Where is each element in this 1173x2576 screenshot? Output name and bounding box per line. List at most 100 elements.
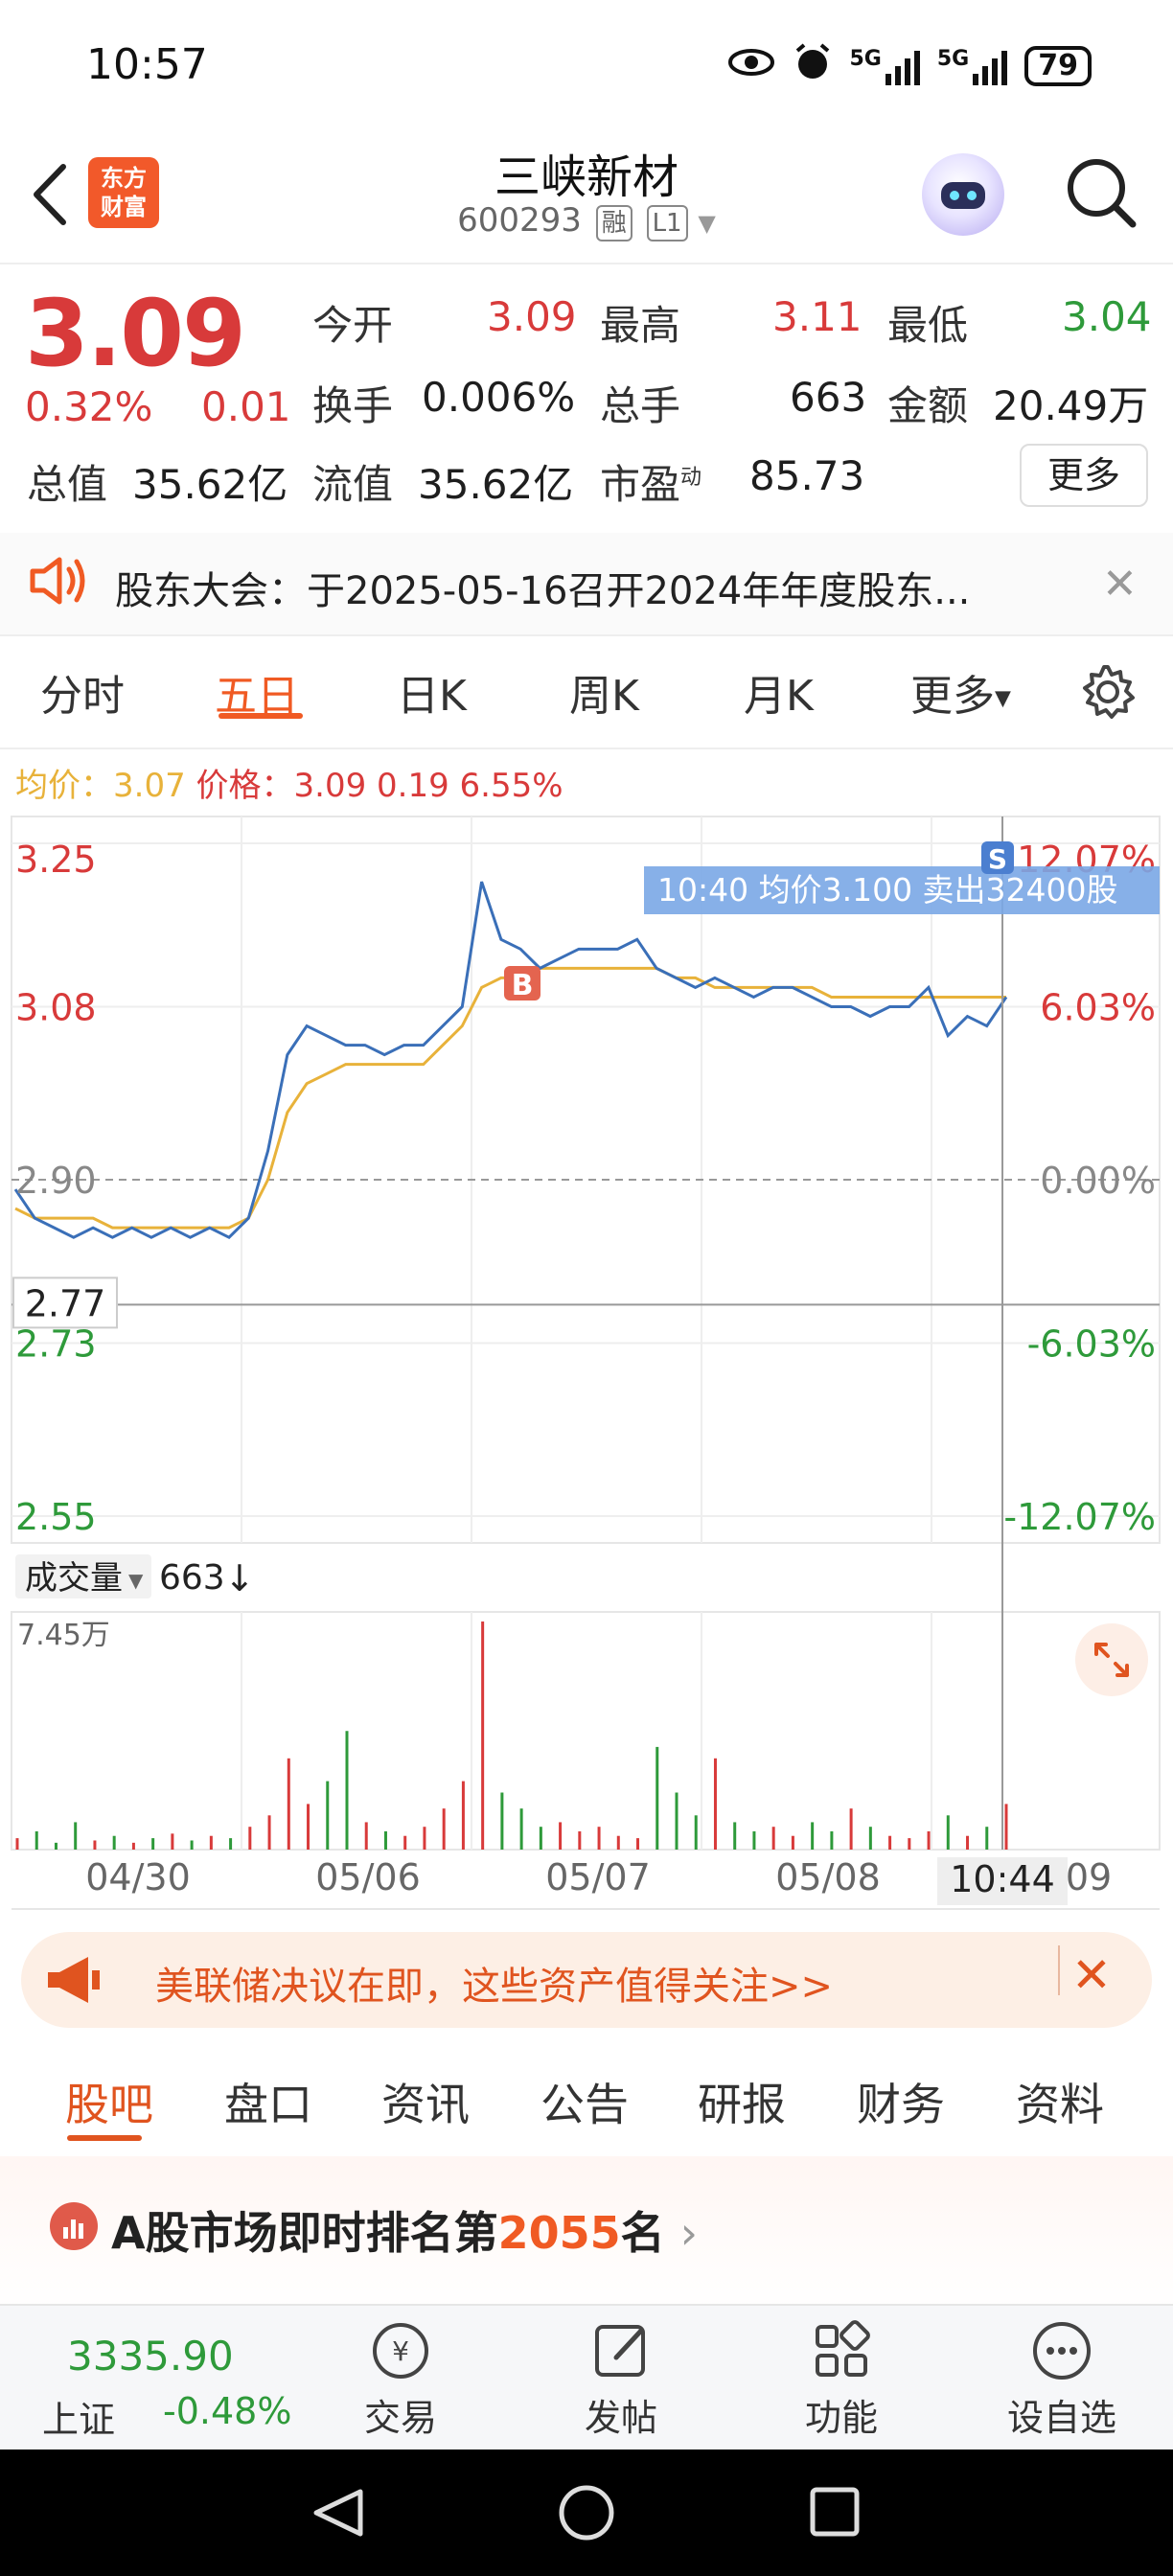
avg-value: 3.07 (113, 767, 186, 805)
index-change[interactable]: -0.48% (163, 2390, 291, 2432)
banner-close-icon[interactable]: ✕ (1071, 1947, 1112, 2003)
tab-more[interactable]: 更多▼ (910, 661, 1011, 723)
pe-sup: 动 (680, 466, 702, 490)
volume-bar (559, 1822, 563, 1850)
volume-bar (326, 1781, 330, 1850)
speaker-icon (27, 554, 88, 611)
rank-chart-icon (50, 2202, 98, 2250)
volume-bar (190, 1840, 194, 1850)
tab-research[interactable]: 研报 (698, 2070, 786, 2133)
banner-text[interactable]: 美联储决议在即，这些资产值得关注>> (155, 1955, 833, 2011)
status-icons: 5G 5G 79 (727, 42, 1092, 90)
volume-bar (112, 1835, 116, 1850)
volume-bar (442, 1808, 446, 1850)
volume-bar (481, 1622, 485, 1850)
nav-functions[interactable]: 功能 (774, 2310, 908, 2444)
high-label: 最高 (600, 302, 681, 349)
avg-label: 均价： (15, 767, 113, 805)
system-nav-bar (0, 2450, 1173, 2576)
tab-announcements[interactable]: 公告 (540, 2070, 629, 2133)
tab-profile[interactable]: 资料 (1016, 2070, 1104, 2133)
volume-bar (500, 1792, 504, 1850)
robot-assistant-icon[interactable] (922, 153, 1004, 236)
rank-text[interactable]: A股市场即时排名第2055名 › (111, 2198, 698, 2262)
volume-bar (713, 1758, 717, 1850)
volume-frame (11, 1611, 1161, 1851)
nav-trade[interactable]: ¥ 交易 (334, 2310, 468, 2444)
pe-label: 市盈动 (600, 452, 702, 511)
eye-icon (727, 47, 775, 85)
volume-value: 663 (159, 1558, 225, 1598)
tab-order-book[interactable]: 盘口 (224, 2070, 312, 2133)
trade-icon: ¥ (373, 2323, 428, 2379)
nav-add-watchlist[interactable]: 设自选 (995, 2310, 1129, 2444)
system-recents-icon[interactable] (810, 2487, 860, 2537)
rank-number: 2055 (497, 2207, 621, 2259)
price-line (13, 881, 1008, 1239)
volume-bar (54, 1842, 58, 1850)
open-label: 今开 (312, 302, 394, 349)
volume-bar (694, 1815, 698, 1850)
volume-bar (131, 1842, 135, 1850)
volume-bar (267, 1815, 271, 1850)
tab-news[interactable]: 资讯 (381, 2070, 470, 2133)
notice-divider (0, 634, 1173, 636)
turnover-value: 0.006% (422, 374, 576, 421)
volume-label: 成交量 (25, 1559, 123, 1598)
volume-bar (830, 1830, 834, 1850)
notice-text[interactable]: 股东大会：于2025-05-16召开2024年年度股东... (115, 560, 970, 615)
nav-add-watchlist-label: 设自选 (1006, 2397, 1116, 2439)
index-name[interactable]: 上证 (42, 2390, 115, 2443)
settings-gear-icon[interactable] (1079, 663, 1137, 724)
volume-bar (597, 1827, 601, 1850)
volume-value: 663 (790, 374, 867, 421)
tab-intraday[interactable]: 分时 (40, 661, 125, 723)
tab-monthly-k[interactable]: 月K (744, 661, 814, 723)
nav-functions-label: 功能 (804, 2397, 878, 2439)
svg-text:¥: ¥ (392, 2335, 409, 2367)
volume-down-arrow-icon: ↓ (224, 1557, 255, 1599)
more-button[interactable]: 更多 (1020, 444, 1148, 507)
price-label: 价格： (196, 767, 294, 805)
volume-bar (345, 1731, 349, 1850)
change-percent: 0.32% (25, 383, 153, 430)
volume-bar (636, 1838, 640, 1850)
volume-bar (93, 1840, 97, 1850)
banner-separator (1058, 1945, 1060, 1995)
alarm-icon (793, 42, 833, 90)
volume-bar (966, 1835, 970, 1850)
signal-5g-icon: 5G (850, 47, 920, 85)
volume-bar (888, 1835, 892, 1850)
y-label-left-1: 3.08 (15, 986, 97, 1028)
chevron-right-icon: › (679, 2207, 699, 2259)
caret-down-icon: ▼ (995, 686, 1011, 711)
dropdown-icon[interactable]: ▼ (698, 210, 715, 237)
close-icon[interactable]: ✕ (1102, 560, 1138, 609)
index-value[interactable]: 3335.90 (67, 2333, 234, 2380)
bottom-tab-underline (67, 2135, 142, 2141)
volume-bar (946, 1815, 950, 1850)
tab-daily-k[interactable]: 日K (397, 661, 467, 723)
crosshair-time: 10:44 (950, 1858, 1055, 1900)
system-back-icon[interactable] (313, 2489, 363, 2537)
edit-icon (595, 2325, 645, 2377)
volume-bar (34, 1830, 38, 1850)
volume-bar (307, 1804, 310, 1850)
tab-financials[interactable]: 财务 (857, 2070, 945, 2133)
system-home-icon[interactable] (559, 2485, 614, 2541)
search-icon[interactable] (1062, 153, 1138, 230)
volume-label: 总手 (600, 382, 681, 429)
volume-bar (733, 1822, 737, 1850)
margin-tag: 融 (595, 205, 632, 242)
x-label-3: 05/08 (775, 1856, 881, 1898)
pe-label-text: 市盈 (600, 461, 681, 508)
five-day-chart[interactable]: 3.25 12.07%3.08 6.03%2.90 0.00%2.73 -6.03%2.… (0, 805, 1173, 1917)
volume-bar (1004, 1804, 1008, 1850)
nav-post[interactable]: 发帖 (554, 2310, 688, 2444)
tab-weekly-k[interactable]: 周K (569, 661, 639, 723)
volume-bar (578, 1830, 582, 1850)
tab-guba[interactable]: 股吧 (65, 2070, 153, 2133)
amount-value: 20.49万 (993, 382, 1149, 429)
tooltip-text: 10:40 均价3.100 卖出32400股 (657, 871, 1118, 908)
pe-value: 85.73 (749, 452, 865, 499)
